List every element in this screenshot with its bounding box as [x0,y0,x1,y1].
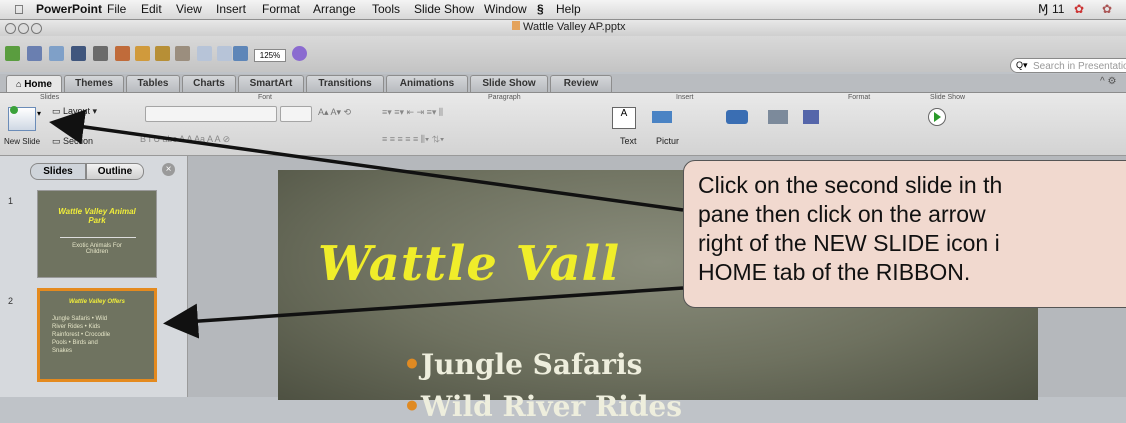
arrow-to-second-slide [163,286,684,339]
arrow-to-new-slide [49,109,684,212]
instruction-arrows [49,109,684,339]
